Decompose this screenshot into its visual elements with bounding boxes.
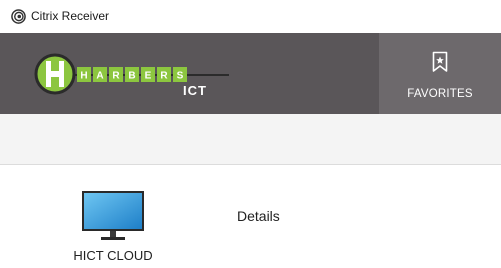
bookmark-star-icon (432, 51, 448, 72)
logo-letter: E (145, 71, 152, 82)
app-name: HICT CLOUD (73, 248, 153, 263)
app-tile-hict-cloud[interactable]: HICT CLOUD (66, 191, 176, 268)
desktop-monitor-icon (82, 191, 144, 240)
logo-letter: R (112, 71, 120, 82)
harbers-ict-logo: HARBERS ICT (34, 53, 229, 98)
tab-favorites-label: FAVORITES (407, 88, 473, 100)
header-bar: HARBERS ICT FAVORITES (0, 33, 501, 114)
details-link[interactable]: Details (237, 208, 280, 224)
toolbar-strip (0, 114, 501, 165)
logo-letter: H (80, 71, 87, 82)
window-title: Citrix Receiver (31, 9, 110, 23)
apps-area: HICT CLOUD Details (0, 165, 501, 268)
logo-letter: B (128, 71, 135, 82)
logo-letter: R (160, 71, 168, 82)
logo-subtext: ICT (183, 83, 207, 98)
tab-favorites[interactable]: FAVORITES (379, 33, 501, 114)
title-bar: Citrix Receiver (0, 0, 501, 33)
citrix-receiver-icon (11, 9, 26, 24)
logo-letter: A (96, 71, 103, 82)
logo-letter: S (177, 71, 184, 82)
